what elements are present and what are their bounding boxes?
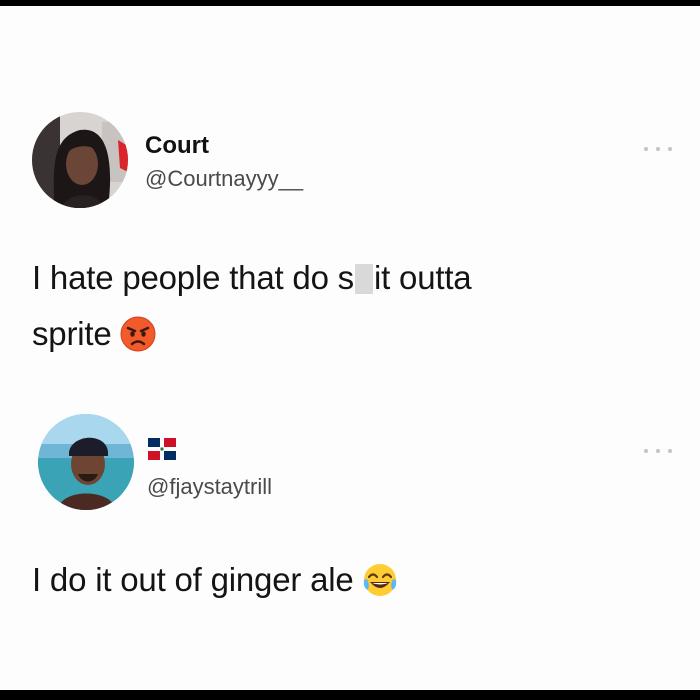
dot [644,147,648,151]
tweet-text-part3: sprite [32,315,112,352]
tweet-text: I hate people that do s it outta sprite [32,250,472,362]
more-options-icon[interactable] [644,446,672,456]
dominican-republic-flag-icon [148,438,176,460]
user-handle[interactable]: @Courtnayyy__ [145,166,303,192]
screenshot-card: Court @Courtnayyy__ I hate people that d… [0,6,700,690]
tweet-text-part2: it outta [373,259,472,296]
angry-face-emoji-icon [120,316,155,352]
display-name[interactable]: Court [145,132,209,160]
avatar-fjaystaytrill[interactable] [38,414,134,510]
censor-block [354,264,373,294]
tweet-text-line1: I hate people that do s it outta [32,250,472,306]
more-options-icon[interactable] [644,144,672,154]
user-handle[interactable]: @fjaystaytrill [147,474,272,500]
avatar-photo-icon [32,112,128,208]
dot [668,449,672,453]
tweet-text-part1: I hate people that do s [32,259,354,296]
face-with-tears-of-joy-emoji-icon [363,564,396,596]
dot [656,449,660,453]
tweet-text-line2: sprite [32,306,471,362]
dot [644,449,648,453]
tweet-text: I do it out of ginger ale [32,552,398,608]
avatar-photo-icon [38,414,134,510]
dot [668,147,672,151]
reply-text: I do it out of ginger ale [32,561,354,598]
dot [656,147,660,151]
avatar-court[interactable] [32,112,128,208]
